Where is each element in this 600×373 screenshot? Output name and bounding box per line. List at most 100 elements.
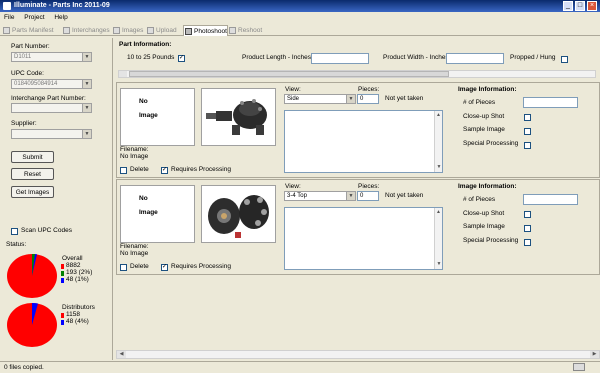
num-pieces-input[interactable] xyxy=(523,97,578,108)
menu-project[interactable]: Project xyxy=(24,14,44,21)
special-label: Special Processing xyxy=(463,237,519,244)
scroll-down-arrow-icon[interactable]: ▼ xyxy=(435,163,443,172)
propped-label: Propped / Hung xyxy=(510,54,556,61)
filename-value: No Image xyxy=(120,250,149,257)
propped-checkbox[interactable] xyxy=(561,56,568,63)
scroll-up-arrow-icon[interactable]: ▲ xyxy=(435,111,442,120)
taken-status: Not yet taken xyxy=(385,192,424,199)
overall-label: Overall xyxy=(62,255,83,262)
reset-button[interactable]: Reset xyxy=(11,168,54,180)
overall-legend-blue xyxy=(61,278,64,283)
num-pieces-label: # of Pieces xyxy=(463,99,496,106)
part-photo[interactable] xyxy=(201,88,276,146)
part-photo[interactable] xyxy=(201,185,276,243)
delete-checkbox[interactable] xyxy=(120,264,127,271)
requires-processing-label: Requires Processing xyxy=(171,263,231,270)
submit-button[interactable]: Submit xyxy=(11,151,54,163)
scroll-down-arrow-icon[interactable]: ▼ xyxy=(435,260,443,269)
no-image-text: No xyxy=(139,195,148,202)
image-info-header: Image Information: xyxy=(458,183,517,190)
upload-icon xyxy=(147,27,154,34)
minimize-button[interactable]: _ xyxy=(563,1,573,11)
scan-upc-checkbox[interactable] xyxy=(11,228,18,235)
chevron-down-icon: ▼ xyxy=(82,130,91,138)
tab-upload[interactable]: Upload xyxy=(146,25,182,36)
upc-combo[interactable]: 0184095084914 ▼ xyxy=(11,79,92,89)
tab-reshoot[interactable]: Reshoot xyxy=(228,25,268,36)
closeup-checkbox[interactable] xyxy=(524,114,531,121)
scroll-up-arrow-icon[interactable]: ▲ xyxy=(435,208,442,217)
distributors-label: Distributors xyxy=(62,304,95,311)
images-icon xyxy=(113,27,120,34)
special-label: Special Processing xyxy=(463,140,519,147)
tab-interchanges[interactable]: Interchanges xyxy=(62,25,118,36)
close-button[interactable]: × xyxy=(587,1,597,11)
supplier-label: Supplier: xyxy=(11,120,37,127)
menu-help[interactable]: Help xyxy=(54,14,67,21)
tab-parts-manifest[interactable]: Parts Manifest xyxy=(2,25,60,36)
scroll-left-arrow-icon[interactable]: ◀ xyxy=(117,351,126,358)
interchange-label: Interchange Part Number: xyxy=(11,95,86,102)
camera-icon xyxy=(185,28,192,35)
requires-processing-checkbox[interactable]: ✓ xyxy=(161,167,168,174)
filename-label: Filename: xyxy=(120,243,149,250)
closeup-label: Close-up Shot xyxy=(463,210,505,217)
no-image-text: Image xyxy=(139,209,158,216)
sample-label: Sample Image xyxy=(463,223,505,230)
title-bar: Illuminate - Parts Inc 2011-09 xyxy=(0,0,600,12)
image-row-2: No Image Filename: No Image Delete ✓ Req… xyxy=(116,179,600,275)
special-checkbox[interactable] xyxy=(524,239,531,246)
requires-processing-checkbox[interactable]: ✓ xyxy=(161,264,168,271)
scroll-right-arrow-icon[interactable]: ▶ xyxy=(590,351,599,358)
image-row-1: No Image Filename: No Image Delete ✓ Req… xyxy=(116,82,600,178)
part-number-combo[interactable]: D1011 ▼ xyxy=(11,52,92,62)
pieces-input[interactable]: 0 xyxy=(357,191,379,201)
length-label: Product Length - Inches xyxy=(242,54,312,61)
weight-checkbox[interactable]: ✓ xyxy=(178,55,185,62)
num-pieces-label: # of Pieces xyxy=(463,196,496,203)
distributors-value-1: 1158 xyxy=(66,311,80,318)
sample-checkbox[interactable] xyxy=(524,225,531,232)
notes-textarea[interactable]: ▲ ▼ xyxy=(284,110,443,173)
closeup-checkbox[interactable] xyxy=(524,211,531,218)
length-input[interactable] xyxy=(311,53,369,64)
scroll-left-arrow-icon[interactable] xyxy=(119,71,127,77)
sample-checkbox[interactable] xyxy=(524,128,531,135)
interchange-combo[interactable]: ▼ xyxy=(11,103,92,113)
view-select[interactable]: 3-4 Top ▼ xyxy=(284,191,356,201)
pieces-label: Pieces: xyxy=(358,86,380,93)
maximize-button[interactable]: □ xyxy=(575,1,585,11)
menu-file[interactable]: File xyxy=(4,14,14,21)
chevron-down-icon: ▼ xyxy=(82,104,91,112)
sample-label: Sample Image xyxy=(463,126,505,133)
delete-checkbox[interactable] xyxy=(120,167,127,174)
menu-bar: File Project Help xyxy=(0,12,600,23)
filename-value: No Image xyxy=(120,153,149,160)
pieces-input[interactable]: 0 xyxy=(357,94,379,104)
overall-value-2: 193 (2%) xyxy=(66,269,93,276)
notes-vscrollbar[interactable]: ▲ ▼ xyxy=(434,111,442,172)
splitter[interactable] xyxy=(112,38,113,360)
overall-pie-chart xyxy=(7,253,57,298)
top-hscrollbar[interactable] xyxy=(118,70,596,78)
bottom-hscrollbar[interactable]: ◀ ▶ xyxy=(116,350,600,359)
overall-legend-green xyxy=(61,271,64,276)
get-images-button[interactable]: Get Images xyxy=(11,186,54,198)
closeup-label: Close-up Shot xyxy=(463,113,505,120)
view-select[interactable]: Side ▼ xyxy=(284,94,356,104)
distributors-legend-blue xyxy=(61,320,64,325)
no-image-text: Image xyxy=(139,112,158,119)
tab-images[interactable]: Images xyxy=(112,25,148,36)
chevron-down-icon: ▼ xyxy=(346,95,355,103)
supplier-combo[interactable]: ▼ xyxy=(11,129,92,139)
width-input[interactable] xyxy=(446,53,504,64)
scroll-thumb[interactable] xyxy=(129,71,449,77)
distributors-value-2: 48 (4%) xyxy=(66,318,89,325)
tab-photoshoot[interactable]: Photoshoot xyxy=(183,25,228,36)
notes-vscrollbar[interactable]: ▲ ▼ xyxy=(434,208,442,269)
filename-label: Filename: xyxy=(120,146,149,153)
special-checkbox[interactable] xyxy=(524,142,531,149)
num-pieces-input[interactable] xyxy=(523,194,578,205)
overall-legend-red xyxy=(61,264,64,269)
notes-textarea[interactable]: ▲ ▼ xyxy=(284,207,443,270)
